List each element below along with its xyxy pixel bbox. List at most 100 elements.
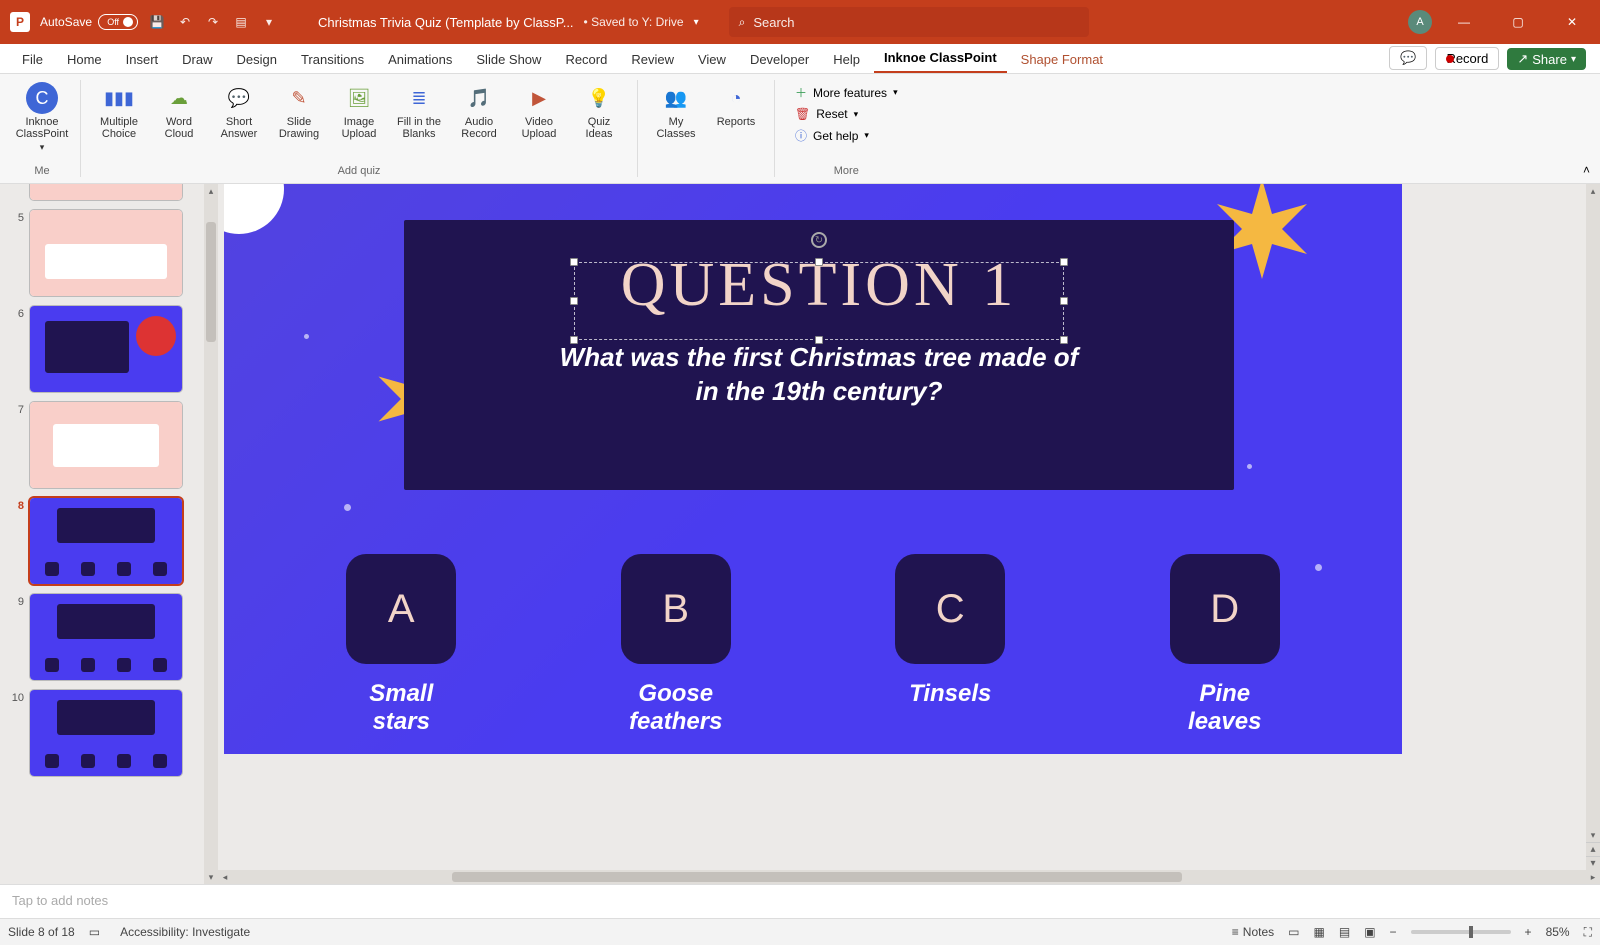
tab-slideshow[interactable]: Slide Show	[466, 46, 551, 73]
word-cloud-button[interactable]: ☁Word Cloud	[151, 78, 207, 144]
scroll-handle[interactable]	[206, 222, 216, 342]
slide-drawing-button[interactable]: ✎Slide Drawing	[271, 78, 327, 144]
share-button[interactable]: ↗Share▾	[1507, 48, 1586, 70]
thumbnail-scrollbar[interactable]: ▴ ▾	[204, 184, 218, 884]
title-dropdown-icon[interactable]: ▾	[694, 17, 699, 28]
resize-handle[interactable]	[570, 336, 578, 344]
comments-button[interactable]: 💬	[1389, 46, 1427, 70]
quiz-ideas-button[interactable]: 💡Quiz Ideas	[571, 78, 627, 144]
slide-thumb-7[interactable]	[30, 402, 182, 488]
close-button[interactable]: ✕	[1550, 0, 1594, 44]
tab-help[interactable]: Help	[823, 46, 870, 73]
scroll-up-icon[interactable]: ▴	[204, 184, 218, 198]
zoom-level[interactable]: 85%	[1546, 925, 1570, 939]
get-help-button[interactable]: ⓘGet help▾	[795, 127, 898, 144]
tab-animations[interactable]: Animations	[378, 46, 462, 73]
question-text[interactable]: What was the first Christmas tree made o…	[560, 341, 1079, 409]
search-input[interactable]	[753, 15, 1078, 30]
rotation-handle[interactable]	[811, 232, 827, 248]
notes-button[interactable]: ≡Notes	[1232, 925, 1274, 939]
slide-thumb-10[interactable]	[30, 690, 182, 776]
slide-thumb-8[interactable]	[30, 498, 182, 584]
slide-thumb-6[interactable]	[30, 306, 182, 392]
more-features-button[interactable]: ＋More features▾	[795, 84, 898, 101]
answer-tile[interactable]: D	[1170, 554, 1280, 664]
answer-tile[interactable]: C	[895, 554, 1005, 664]
moon-shape[interactable]	[224, 184, 284, 234]
reset-button[interactable]: 🗑Reset▾	[795, 107, 898, 121]
answer-tile[interactable]: B	[621, 554, 731, 664]
my-classes-button[interactable]: 👥My Classes	[648, 78, 704, 144]
qat-dropdown-icon[interactable]: ▾	[260, 13, 278, 31]
slide-thumb-9[interactable]	[30, 594, 182, 680]
view-slideshow-button[interactable]: ▣	[1364, 925, 1375, 939]
video-upload-button[interactable]: ▶Video Upload	[511, 78, 567, 144]
view-normal-button[interactable]: ▭	[1288, 925, 1299, 939]
view-sorter-button[interactable]: ▦	[1314, 925, 1325, 939]
scroll-down-icon[interactable]: ▾	[204, 870, 218, 884]
avatar[interactable]: A	[1408, 10, 1432, 34]
record-button[interactable]: Record	[1435, 47, 1499, 70]
slide-thumb-5[interactable]	[30, 210, 182, 296]
text-selection-box[interactable]	[574, 262, 1064, 340]
scroll-left-icon[interactable]: ◂	[218, 872, 232, 883]
horizontal-scrollbar[interactable]: ◂ ▸	[218, 870, 1600, 884]
tab-record[interactable]: Record	[555, 46, 617, 73]
next-slide-button[interactable]: ▾	[1586, 856, 1600, 870]
slide-canvas[interactable]: QUESTION 1 What was the first Christmas …	[224, 184, 1402, 754]
vertical-scrollbar[interactable]: ▴ ▾ ▴ ▾	[1586, 184, 1600, 870]
resize-handle[interactable]	[570, 258, 578, 266]
document-title[interactable]: Christmas Trivia Quiz (Template by Class…	[318, 15, 574, 30]
resize-handle[interactable]	[1060, 297, 1068, 305]
scroll-up-icon[interactable]: ▴	[1586, 184, 1600, 198]
maximize-button[interactable]: ▢	[1496, 0, 1540, 44]
answer-b[interactable]: B Goose feathers	[616, 554, 736, 736]
resize-handle[interactable]	[570, 297, 578, 305]
minimize-button[interactable]: —	[1442, 0, 1486, 44]
accessibility-button[interactable]: Accessibility: Investigate	[114, 925, 250, 939]
slide-thumb[interactable]	[30, 184, 182, 200]
short-answer-button[interactable]: 💬Short Answer	[211, 78, 267, 144]
answer-label[interactable]: Goose feathers	[616, 680, 736, 736]
zoom-out-button[interactable]: −	[1390, 925, 1397, 939]
answer-label[interactable]: Tinsels	[890, 680, 1010, 708]
answer-a[interactable]: A Small stars	[341, 554, 461, 736]
tab-shape-format[interactable]: Shape Format	[1011, 46, 1113, 73]
undo-icon[interactable]: ↶	[176, 13, 194, 31]
tab-home[interactable]: Home	[57, 46, 112, 73]
tab-file[interactable]: File	[12, 46, 53, 73]
answer-label[interactable]: Small stars	[341, 680, 461, 736]
search-box[interactable]: ⌕	[729, 7, 1089, 37]
answer-c[interactable]: C Tinsels	[890, 554, 1010, 736]
tab-review[interactable]: Review	[621, 46, 684, 73]
answer-d[interactable]: D Pine leaves	[1165, 554, 1285, 736]
saved-location[interactable]: • Saved to Y: Drive	[584, 15, 684, 29]
reports-button[interactable]: ◔Reports	[708, 78, 764, 144]
answer-tile[interactable]: A	[346, 554, 456, 664]
multiple-choice-button[interactable]: ▮▮▮Multiple Choice	[91, 78, 147, 144]
fit-window-button[interactable]: ⛶	[1584, 925, 1592, 940]
tab-design[interactable]: Design	[227, 46, 287, 73]
slide-position[interactable]: Slide 8 of 18	[8, 925, 75, 939]
tab-insert[interactable]: Insert	[116, 46, 169, 73]
tab-developer[interactable]: Developer	[740, 46, 819, 73]
answer-label[interactable]: Pine leaves	[1165, 680, 1285, 736]
scroll-right-icon[interactable]: ▸	[1586, 872, 1600, 883]
audio-record-button[interactable]: 🎵Audio Record	[451, 78, 507, 144]
thumbnail-list[interactable]: 5 6 7 8 9 10	[0, 184, 204, 884]
present-icon[interactable]: ▤	[232, 13, 250, 31]
language-button[interactable]: ▭	[89, 925, 100, 939]
resize-handle[interactable]	[1060, 336, 1068, 344]
tab-view[interactable]: View	[688, 46, 736, 73]
resize-handle[interactable]	[1060, 258, 1068, 266]
scroll-handle[interactable]	[452, 872, 1182, 882]
notes-pane[interactable]: Tap to add notes	[0, 884, 1600, 918]
tab-inknoe-classpoint[interactable]: Inknoe ClassPoint	[874, 44, 1007, 73]
view-reading-button[interactable]: ▤	[1339, 925, 1350, 939]
save-icon[interactable]: 💾	[148, 13, 166, 31]
tab-transitions[interactable]: Transitions	[291, 46, 374, 73]
image-upload-button[interactable]: 🖼Image Upload	[331, 78, 387, 144]
tab-draw[interactable]: Draw	[172, 46, 222, 73]
resize-handle[interactable]	[815, 336, 823, 344]
inknoe-classpoint-button[interactable]: C Inknoe ClassPoint ▾	[14, 78, 70, 157]
